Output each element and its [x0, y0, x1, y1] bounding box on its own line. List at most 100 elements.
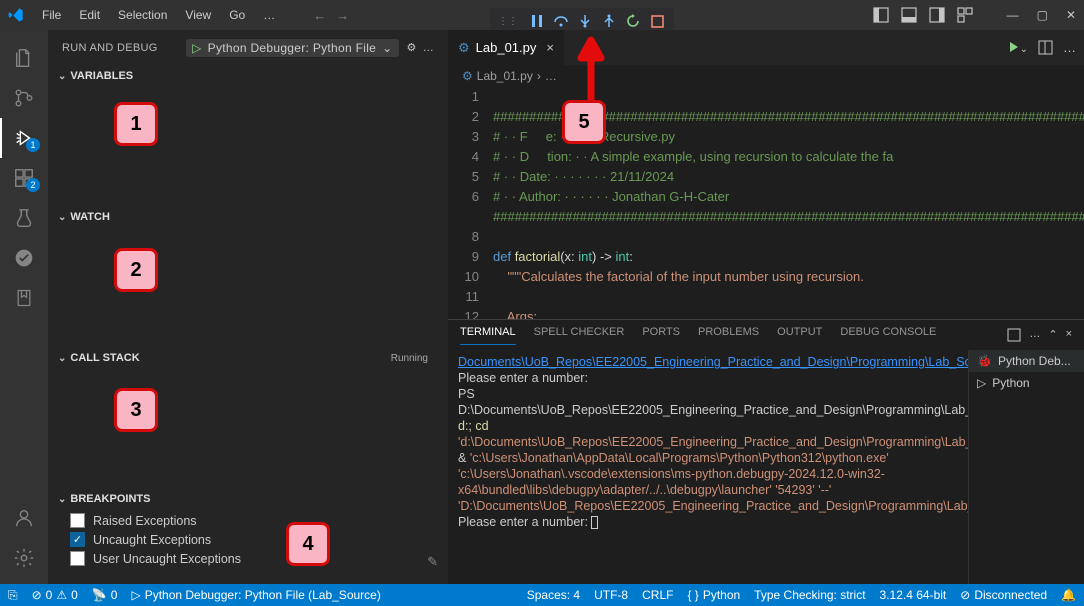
nav-forward-icon[interactable]: → [336, 8, 349, 23]
debug-step-into-icon[interactable] [576, 12, 594, 30]
chevron-down-icon: ⌄ [58, 353, 66, 364]
drag-handle-icon[interactable]: ⋮⋮ [498, 16, 518, 27]
close-tab-icon[interactable]: × [546, 40, 554, 55]
window-close-icon[interactable]: ✕ [1066, 8, 1076, 22]
window-minimize-icon[interactable]: ― [1007, 8, 1019, 22]
close-panel-icon[interactable]: × [1066, 328, 1072, 342]
edit-icon[interactable]: ✎ [427, 554, 438, 570]
section-breakpoints: ⌄BREAKPOINTS Raised Exceptions ✓Uncaught… [48, 488, 448, 574]
split-editor-icon[interactable] [1038, 40, 1053, 55]
nav-back-icon[interactable]: ← [313, 8, 326, 23]
callout-1: 1 [114, 102, 158, 146]
main-menu: File Edit Selection View Go … [34, 4, 283, 26]
bp-raised-exceptions[interactable]: Raised Exceptions [48, 511, 448, 530]
status-python[interactable]: 3.12.4 64-bit [880, 588, 947, 602]
editor-actions: ⌄ … [1010, 40, 1076, 55]
tab-label: Lab_01.py [476, 40, 537, 55]
bp-user-uncaught-exceptions[interactable]: User Uncaught Exceptions [48, 549, 448, 568]
status-ports[interactable]: 📡 0 [92, 588, 118, 602]
activity-testing[interactable] [0, 198, 48, 238]
debug-stop-icon[interactable] [648, 12, 666, 30]
section-callstack: ⌄CALL STACKRunning [48, 347, 448, 488]
side-panel-title: RUN AND DEBUG [62, 42, 158, 54]
panel-tab-debugconsole[interactable]: DEBUG CONSOLE [840, 326, 936, 344]
section-variables-header[interactable]: ⌄VARIABLES [48, 66, 448, 86]
terminal-item[interactable]: ▷Python [969, 372, 1084, 394]
bp-uncaught-exceptions[interactable]: ✓Uncaught Exceptions [48, 530, 448, 549]
terminal-item[interactable]: 🐞Python Deb... [969, 350, 1084, 372]
side-panel-header: RUN AND DEBUG ▷ Python Debugger: Python … [48, 30, 448, 65]
ext-badge: 2 [26, 178, 40, 192]
layout-panel-right-icon[interactable] [929, 7, 945, 23]
more-icon[interactable]: … [423, 42, 434, 54]
status-bell[interactable]: 🔔 [1061, 588, 1076, 602]
more-icon[interactable]: … [1063, 40, 1076, 55]
bottom-panel: TERMINAL SPELL CHECKER PORTS PROBLEMS OU… [448, 319, 1084, 584]
chevron-down-icon: ⌄ [58, 71, 66, 82]
section-callstack-header[interactable]: ⌄CALL STACKRunning [48, 348, 448, 368]
panel-tab-problems[interactable]: PROBLEMS [698, 326, 759, 344]
debug-step-out-icon[interactable] [600, 12, 618, 30]
panel-tab-ports[interactable]: PORTS [642, 326, 680, 344]
menu-more[interactable]: … [255, 4, 283, 26]
callstack-status: Running [391, 353, 428, 364]
checkbox-checked-icon[interactable]: ✓ [70, 532, 85, 547]
panel-tab-output[interactable]: OUTPUT [777, 326, 822, 344]
chevron-right-icon: › [537, 69, 541, 83]
run-play-icon[interactable]: ⌄ [1010, 40, 1028, 55]
status-connection[interactable]: ⊘ Disconnected [960, 588, 1047, 602]
menu-view[interactable]: View [177, 4, 219, 26]
terminal-output[interactable]: Documents\UoB_Repos\EE22005_Engineering_… [448, 350, 968, 584]
debug-restart-icon[interactable] [624, 12, 642, 30]
activity-bookmark[interactable] [0, 278, 48, 318]
status-encoding[interactable]: UTF-8 [594, 588, 628, 602]
activity-source-control[interactable] [0, 78, 48, 118]
editor-tab[interactable]: ⚙ Lab_01.py × [448, 30, 565, 65]
menu-file[interactable]: File [34, 4, 69, 26]
menu-go[interactable]: Go [221, 4, 253, 26]
activity-debug[interactable]: 1 [0, 118, 48, 158]
menu-selection[interactable]: Selection [110, 4, 175, 26]
debug-pause-icon[interactable] [528, 12, 546, 30]
gear-icon[interactable]: ⚙ [407, 41, 417, 54]
activity-bar: 1 2 [0, 30, 48, 584]
split-terminal-icon[interactable] [1007, 328, 1021, 342]
status-errors[interactable]: ⊘ 0 ⚠ 0 [32, 588, 78, 602]
breadcrumb[interactable]: ⚙ Lab_01.py › … [448, 65, 1084, 87]
chevron-down-icon: ⌄ [382, 41, 392, 55]
checkbox-unchecked-icon[interactable] [70, 513, 85, 528]
activity-explorer[interactable] [0, 38, 48, 78]
activity-check[interactable] [0, 238, 48, 278]
more-icon[interactable]: … [1029, 328, 1040, 342]
line-gutter: 12345689101112 [448, 87, 493, 319]
shell-icon: ▷ [977, 376, 986, 390]
debug-step-over-icon[interactable] [552, 12, 570, 30]
status-bar: ⎘ ⊘ 0 ⚠ 0 📡 0 ▷ Python Debugger: Python … [0, 584, 1084, 606]
code-editor[interactable]: 12345689101112 #########################… [448, 87, 1084, 319]
section-breakpoints-header[interactable]: ⌄BREAKPOINTS [48, 489, 448, 509]
panel-tab-terminal[interactable]: TERMINAL [460, 326, 516, 345]
activity-extensions[interactable]: 2 [0, 158, 48, 198]
activity-account[interactable] [0, 498, 48, 538]
maximize-panel-icon[interactable]: ⌃ [1048, 328, 1057, 342]
status-eol[interactable]: CRLF [642, 588, 673, 602]
checkbox-unchecked-icon[interactable] [70, 551, 85, 566]
status-remote[interactable]: ⎘ [8, 588, 18, 603]
layout-panel-bottom-icon[interactable] [901, 7, 917, 23]
terminal-list: 🐞Python Deb... ▷Python [968, 350, 1084, 584]
status-debug-session[interactable]: ▷ Python Debugger: Python File (Lab_Sour… [131, 588, 380, 602]
activity-settings[interactable] [0, 538, 48, 578]
chevron-down-icon: ⌄ [58, 494, 66, 505]
layout-panel-left-icon[interactable] [873, 7, 889, 23]
callout-3: 3 [114, 388, 158, 432]
panel-tab-spellchecker[interactable]: SPELL CHECKER [534, 326, 625, 344]
status-typecheck[interactable]: Type Checking: strict [754, 588, 865, 602]
status-language[interactable]: { } Python [687, 588, 740, 602]
layout-customize-icon[interactable] [957, 7, 973, 23]
callout-5: 5 [562, 100, 606, 144]
window-maximize-icon[interactable]: ▢ [1037, 8, 1048, 22]
status-spaces[interactable]: Spaces: 4 [527, 588, 580, 602]
debug-config-dropdown[interactable]: ▷ Python Debugger: Python File ⌄ [186, 39, 398, 57]
section-watch-header[interactable]: ⌄WATCH [48, 207, 448, 227]
menu-edit[interactable]: Edit [71, 4, 108, 26]
